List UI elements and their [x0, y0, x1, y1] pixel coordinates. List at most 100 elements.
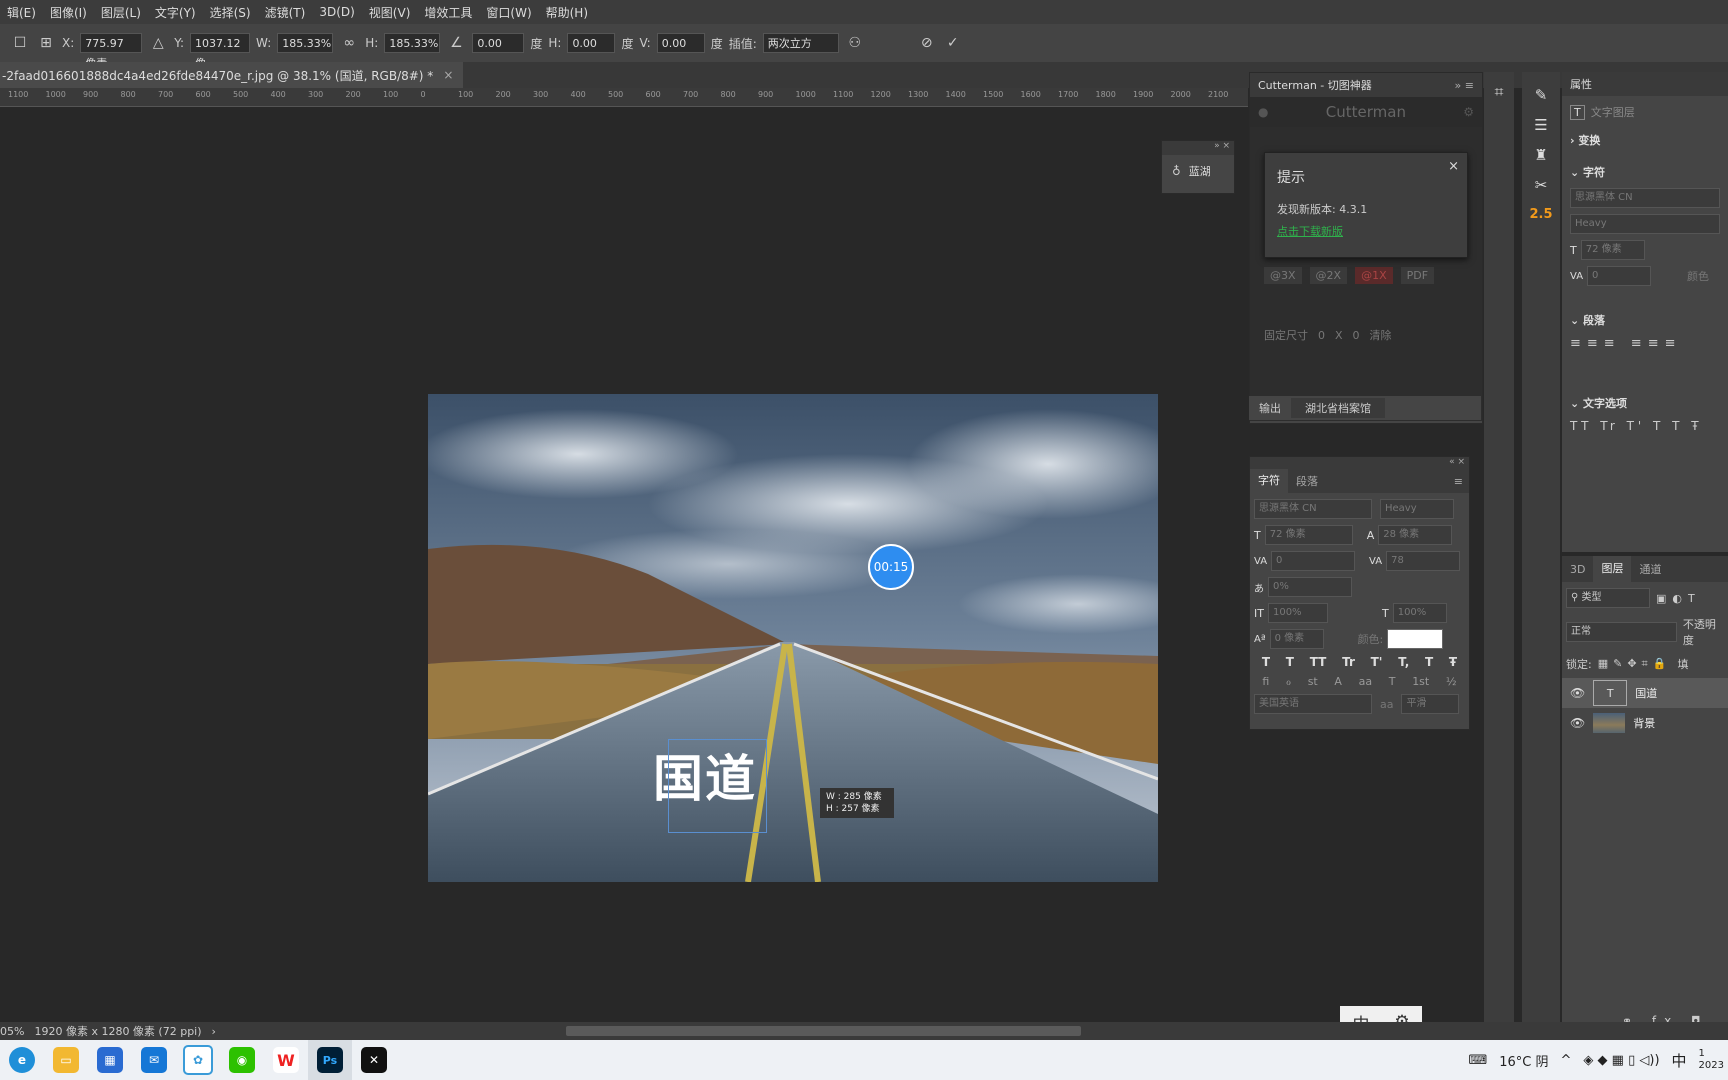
- scale-pdf[interactable]: PDF: [1400, 267, 1435, 284]
- tray-icons[interactable]: ◈ ◆ ▦ ▯ ◁)): [1583, 1053, 1659, 1068]
- menu-item[interactable]: 增效工具: [417, 4, 479, 21]
- tab-paragraph[interactable]: 段落: [1288, 473, 1326, 489]
- x-input[interactable]: 775.97 像素: [80, 33, 143, 70]
- layer-filter-select[interactable]: ⚲ 类型: [1566, 588, 1650, 608]
- opentype-button[interactable]: A: [1334, 675, 1342, 688]
- hscale-input[interactable]: 100%: [1392, 603, 1447, 623]
- crop-icon[interactable]: ⌗: [1484, 82, 1514, 102]
- font-style-select[interactable]: Heavy: [1380, 499, 1454, 519]
- wechat-app[interactable]: ◉: [220, 1040, 264, 1080]
- lanhu-button[interactable]: ♁ 蓝湖: [1162, 155, 1234, 187]
- edge-app[interactable]: e: [0, 1040, 44, 1080]
- font-size-input[interactable]: 72 像素: [1264, 525, 1353, 545]
- language-select[interactable]: 美国英语: [1254, 694, 1372, 714]
- store-app[interactable]: ▦: [88, 1040, 132, 1080]
- typo-button[interactable]: T: [1425, 655, 1433, 669]
- zoom-level[interactable]: 05%: [0, 1025, 24, 1038]
- lock-icons[interactable]: ▦✎✥⌗🔒: [1598, 657, 1672, 671]
- interp-select[interactable]: 两次立方: [762, 33, 839, 53]
- scale-3x[interactable]: @3X: [1264, 267, 1302, 284]
- tray-chevron-icon[interactable]: ^: [1561, 1053, 1572, 1068]
- clear-button[interactable]: 清除: [1370, 327, 1392, 343]
- opentype-button[interactable]: aa: [1359, 675, 1372, 688]
- typo-button[interactable]: TT: [1310, 655, 1327, 669]
- menu-item[interactable]: 图像(I): [43, 4, 94, 21]
- typo-button[interactable]: T,: [1398, 655, 1409, 669]
- text-color-swatch[interactable]: [1387, 629, 1444, 649]
- menu-item[interactable]: 窗口(W): [479, 4, 538, 21]
- colorful-app[interactable]: ✿: [176, 1040, 220, 1080]
- fixed-width[interactable]: 0: [1318, 329, 1325, 342]
- wps-app[interactable]: W: [264, 1040, 308, 1080]
- vscale-input[interactable]: 100%: [1267, 603, 1328, 623]
- adjust-icon[interactable]: ☰: [1522, 110, 1560, 140]
- section-text-options[interactable]: ⌄ 文字选项: [1562, 355, 1728, 415]
- prop-kern-input[interactable]: 0: [1587, 266, 1652, 286]
- mail-app[interactable]: ✉: [132, 1040, 176, 1080]
- opentype-button[interactable]: ℴ: [1286, 675, 1291, 688]
- tracking-input[interactable]: 78: [1386, 551, 1461, 571]
- cutterman-tab[interactable]: Cutterman - 切图神器 » ≡: [1250, 73, 1482, 97]
- menu-item[interactable]: 帮助(H): [539, 4, 595, 21]
- opentype-button[interactable]: st: [1308, 675, 1318, 688]
- visibility-eye-icon[interactable]: 👁: [1570, 686, 1585, 700]
- leading-input[interactable]: 28 像素: [1378, 525, 1453, 545]
- brush-icon[interactable]: ✎: [1522, 80, 1560, 110]
- reference-checkbox[interactable]: ☐: [10, 33, 30, 53]
- prop-size-input[interactable]: 72 像素: [1580, 240, 1645, 260]
- panel-menu-icon[interactable]: » ≡: [1455, 79, 1474, 92]
- menu-item[interactable]: 选择(S): [203, 4, 258, 21]
- section-character[interactable]: ⌄ 字符: [1562, 152, 1728, 184]
- cancel-transform-icon[interactable]: ⊘: [917, 33, 937, 53]
- user-icon[interactable]: ●: [1258, 105, 1268, 119]
- status-arrow-icon[interactable]: ›: [212, 1025, 216, 1038]
- section-paragraph[interactable]: ⌄ 段落: [1562, 288, 1728, 332]
- delta-icon[interactable]: △: [148, 33, 168, 53]
- opentype-button[interactable]: fi: [1262, 675, 1269, 688]
- layer-name[interactable]: 背景: [1633, 715, 1655, 731]
- photoshop-app[interactable]: Ps: [308, 1040, 352, 1080]
- link-icon[interactable]: ∞: [339, 33, 359, 53]
- opentype-button[interactable]: T: [1389, 675, 1396, 688]
- transform-bounding-box[interactable]: [668, 739, 767, 833]
- angle-input[interactable]: 0.00: [472, 33, 525, 53]
- font-family-select[interactable]: 思源黑体 CN: [1254, 499, 1372, 519]
- character-menu-icon[interactable]: ≡: [1454, 475, 1469, 488]
- tab-character[interactable]: 字符: [1250, 469, 1288, 493]
- baseline-input[interactable]: 0 像素: [1269, 629, 1324, 649]
- antialias-select[interactable]: 平滑: [1401, 694, 1460, 714]
- menu-item[interactable]: 视图(V): [362, 4, 418, 21]
- clock[interactable]: 1 2023: [1699, 1048, 1724, 1072]
- properties-tab[interactable]: 属性: [1562, 72, 1728, 96]
- blend-mode-select[interactable]: 正常: [1566, 622, 1677, 642]
- w-input[interactable]: 185.33%: [277, 33, 334, 53]
- weather-text[interactable]: 16°C 阴: [1499, 1051, 1548, 1070]
- capcut-app[interactable]: ✕: [352, 1040, 396, 1080]
- layer-filter-icons[interactable]: ▣◐T: [1656, 592, 1701, 605]
- typo-button[interactable]: Tr: [1342, 655, 1355, 669]
- typo-button[interactable]: T': [1371, 655, 1383, 669]
- opentype-button[interactable]: 1st: [1412, 675, 1429, 688]
- document-tab-close[interactable]: ×: [443, 68, 453, 82]
- section-transform[interactable]: › 变换: [1562, 128, 1728, 152]
- tab-layers[interactable]: 图层: [1593, 556, 1632, 582]
- horizontal-scrollbar[interactable]: [565, 1026, 1081, 1036]
- settings-icon[interactable]: ⚙: [1463, 105, 1474, 119]
- taskbar-ime[interactable]: 中: [1672, 1050, 1687, 1071]
- warp-icon[interactable]: ⚇: [845, 33, 865, 53]
- tab-3d[interactable]: 3D: [1562, 563, 1593, 576]
- y-input[interactable]: 1037.12 像: [190, 33, 251, 70]
- layer-row[interactable]: 👁 T 国道: [1562, 678, 1728, 708]
- paragraph-align-buttons[interactable]: ≡≡≡ ≡≡≡: [1562, 332, 1728, 355]
- dialog-close-icon[interactable]: ×: [1448, 159, 1459, 174]
- tab-channels[interactable]: 通道: [1631, 561, 1669, 577]
- output-path[interactable]: 湖北省档案馆: [1291, 398, 1385, 418]
- document-canvas[interactable]: 国道 00:15 W : 285 像素 H : 257 像素: [428, 394, 1158, 882]
- character-panel-controls[interactable]: « ×: [1250, 457, 1469, 469]
- layer-row[interactable]: 👁 背景: [1562, 708, 1728, 738]
- document-tab[interactable]: -2faad016601888dc4a4ed26fde84470e_r.jpg …: [0, 62, 464, 88]
- typo-button[interactable]: Ŧ: [1449, 655, 1457, 669]
- hskew-input[interactable]: 0.00: [567, 33, 616, 53]
- dialog-download-link[interactable]: 点击下载新版: [1265, 217, 1467, 239]
- prop-font-family[interactable]: 思源黑体 CN: [1570, 188, 1720, 208]
